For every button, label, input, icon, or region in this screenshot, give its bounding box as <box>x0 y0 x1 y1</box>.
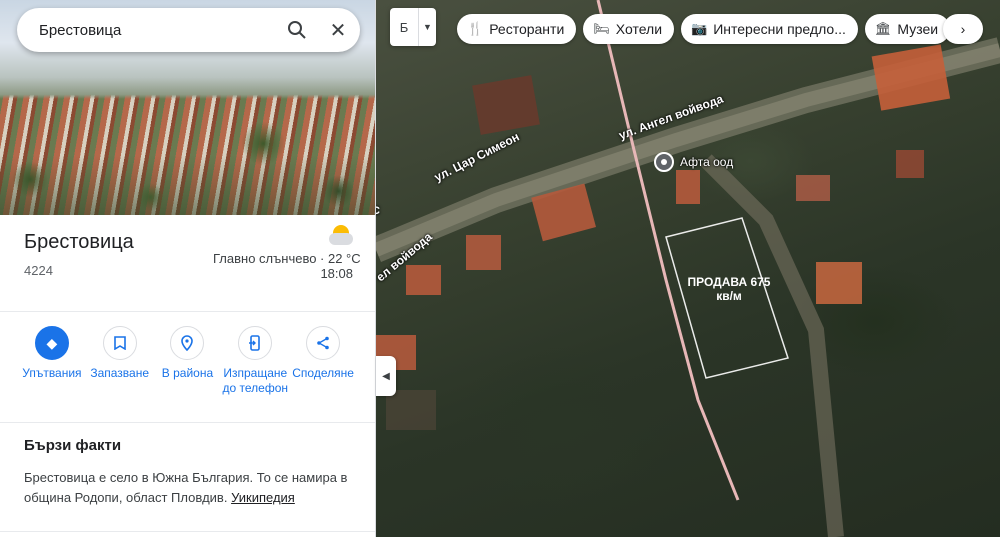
search-icon[interactable] <box>278 8 316 52</box>
chip-museums[interactable]: 🏛 Музеи <box>864 14 951 44</box>
poi-marker[interactable]: Афта оод <box>654 152 733 172</box>
send-to-phone-icon <box>238 326 273 360</box>
chip-attractions[interactable]: 📷 Интересни предло... <box>681 14 858 44</box>
bookmark-icon <box>102 326 137 360</box>
chevron-right-icon: › <box>960 21 966 37</box>
chips-next-button[interactable]: › <box>943 14 983 44</box>
share-button[interactable]: Споделяне <box>289 326 357 422</box>
street-label: C <box>376 205 380 217</box>
save-button[interactable]: Запазване <box>86 326 154 422</box>
send-to-phone-button[interactable]: Изпращане до телефон <box>221 326 289 422</box>
search-input[interactable]: Брестовица <box>39 22 278 39</box>
search-box[interactable]: Брестовица ✕ <box>17 8 360 52</box>
nearby-icon <box>170 326 205 360</box>
chip-hotels[interactable]: 🛏 Хотели <box>583 14 675 44</box>
poi-label: Афта оод <box>680 155 734 169</box>
sale-sign-text: ПРОДАВА 675 кв/м <box>687 275 771 303</box>
close-icon[interactable]: ✕ <box>316 8 360 52</box>
restaurant-icon: 🍴 <box>467 21 484 36</box>
wikipedia-link[interactable]: Уикипедия <box>231 490 295 505</box>
directions-icon: ◆ <box>34 326 69 360</box>
chevron-down-icon[interactable]: ▼ <box>418 8 436 46</box>
museum-icon: 🏛 <box>874 21 892 36</box>
map-overlay <box>376 0 1000 537</box>
chip-restaurants[interactable]: 🍴 Ресторанти <box>457 14 577 44</box>
quick-facts: Бързи факти Брестовица е село в Южна Бъл… <box>0 423 375 531</box>
layers-icon: Б <box>399 19 409 35</box>
share-icon <box>306 326 341 360</box>
place-header: Брестовица 4224 Главно слънчево · 22 °C … <box>0 215 375 311</box>
weather-text: Главно слънчево · 22 °C <box>213 251 361 266</box>
weather-time: 18:08 <box>320 266 353 281</box>
category-chips: 🍴 Ресторанти 🛏 Хотели 📷 Интересни предло… <box>457 14 951 44</box>
partly-sunny-icon <box>323 225 353 247</box>
place-pin-icon <box>654 152 674 172</box>
divider <box>0 531 375 532</box>
hotel-icon: 🛏 <box>593 21 610 36</box>
action-bar: ◆ Упътвания Запазване В района Изпращане… <box>0 312 375 422</box>
quick-facts-text: Брестовица е село в Южна България. То се… <box>24 470 348 505</box>
quick-facts-title: Бързи факти <box>24 437 122 454</box>
satellite-map[interactable]: ул. Ангел войвода ул. Цар Симеон ел войв… <box>376 0 1000 537</box>
camera-icon: 📷 <box>691 21 708 36</box>
nearby-button[interactable]: В района <box>154 326 222 422</box>
collapse-panel-button[interactable]: ◀ <box>376 356 396 396</box>
directions-button[interactable]: ◆ Упътвания <box>18 326 86 422</box>
chevron-left-icon: ◀ <box>382 370 390 382</box>
map-layers-button[interactable]: Б ▼ <box>390 8 436 46</box>
weather-info: Главно слънчево · 22 °C 18:08 <box>213 225 361 281</box>
place-panel: Брестовица ✕ Брестовица 4224 Главно слън… <box>0 0 376 537</box>
